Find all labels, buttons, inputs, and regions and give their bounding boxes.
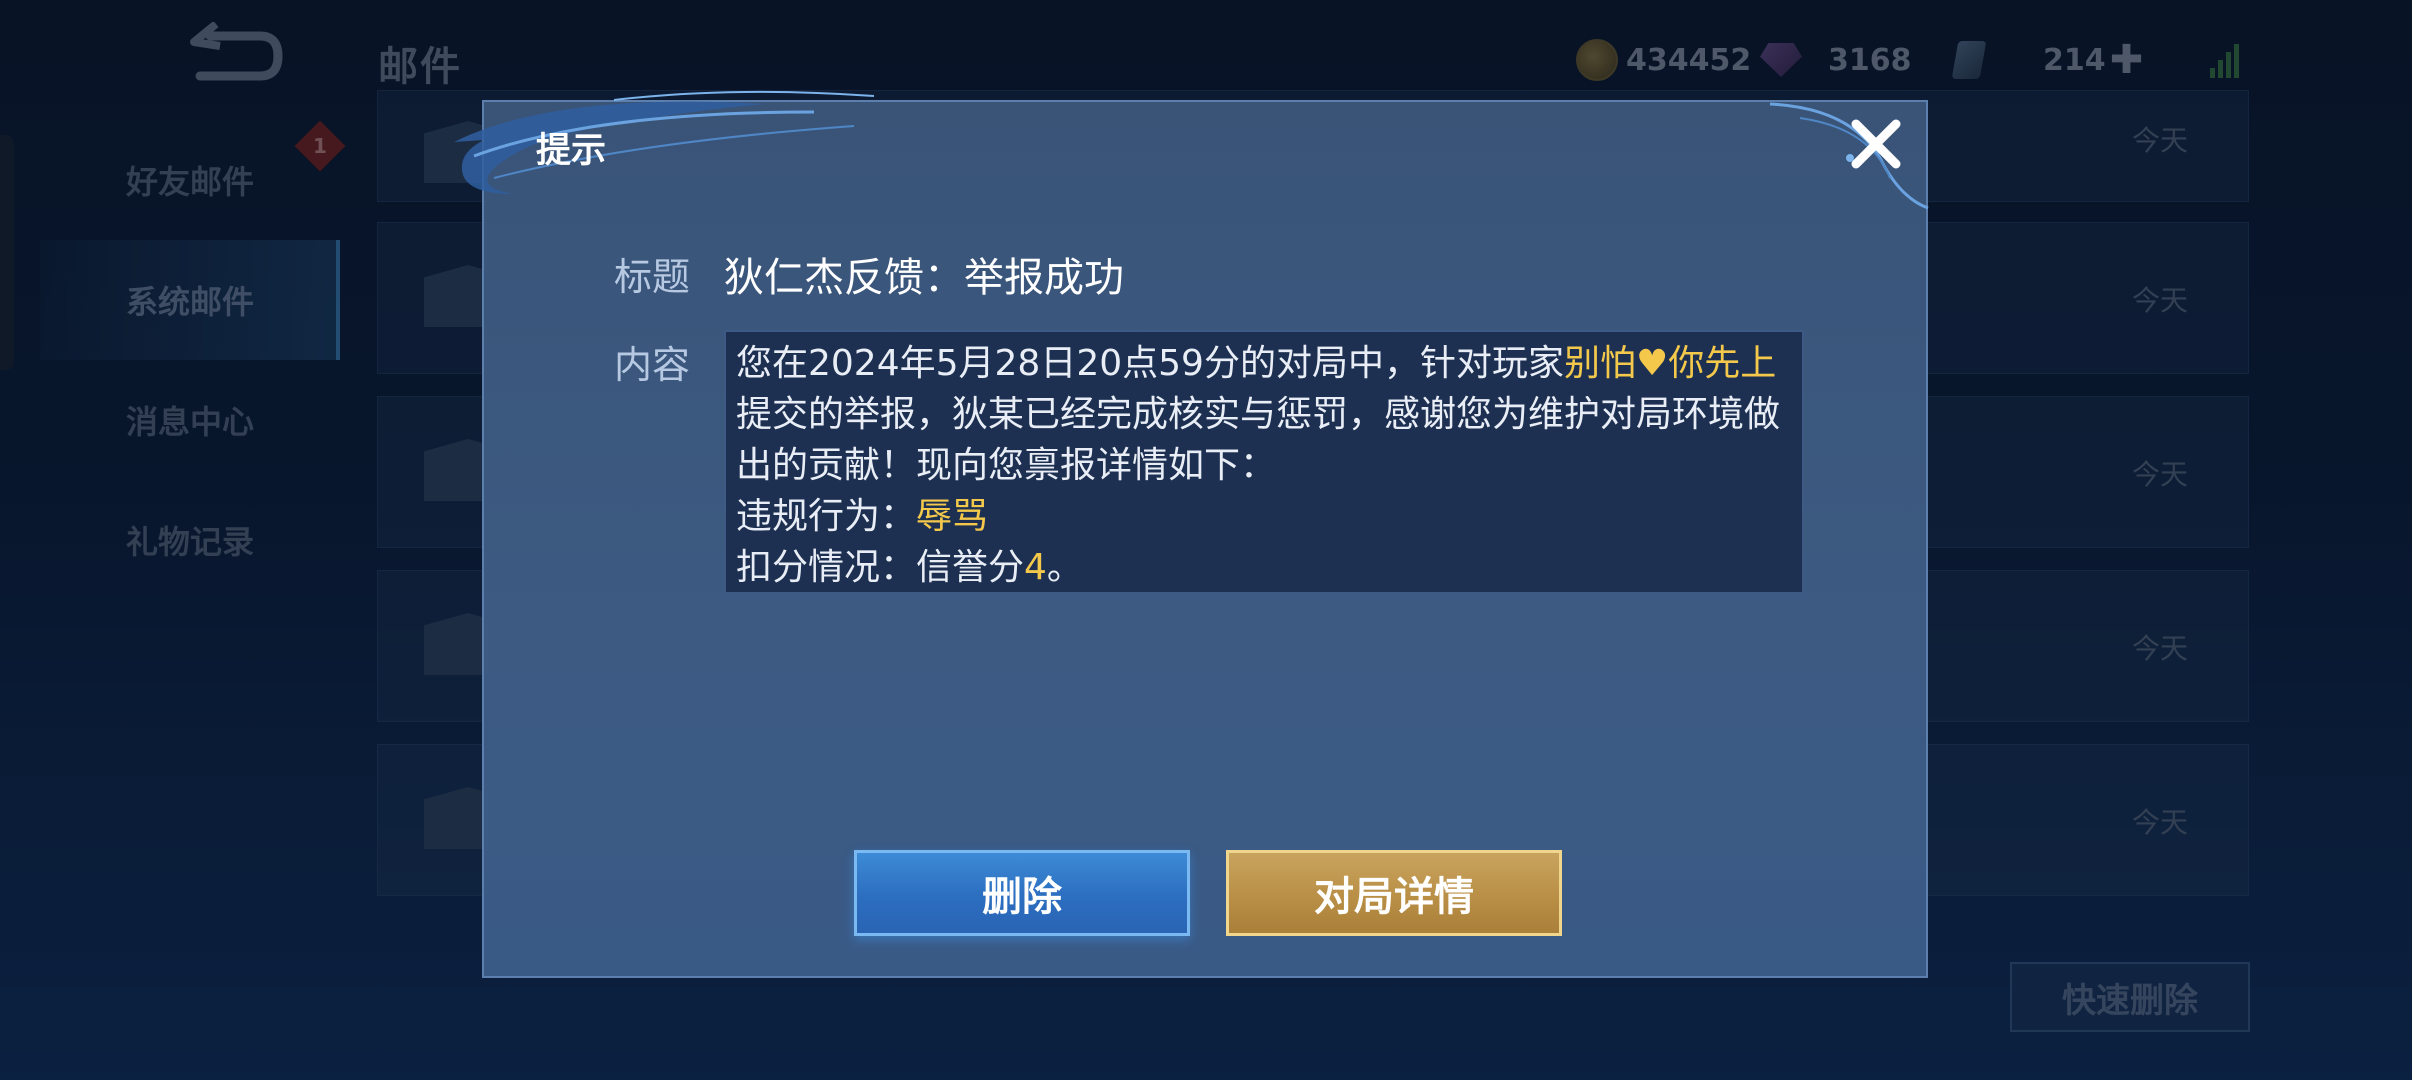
dialog-title: 提示 [536, 131, 607, 171]
mail-content: 您在2024年5月28日20点59分的对局中，针对玩家别怕♥你先上提交的举报，狄… [726, 332, 1802, 592]
report-result-dialog: 提示 标题 狄仁杰反馈：举报成功 内容 您在2024年5月28日20点59分的对… [454, 90, 1929, 978]
close-button[interactable] [1844, 112, 1908, 176]
violation-label: 违规行为： [736, 496, 917, 537]
mail-content-scroll[interactable]: 您在2024年5月28日20点59分的对局中，针对玩家别怕♥你先上提交的举报，狄… [724, 330, 1804, 594]
ornament-left-icon [454, 90, 875, 194]
deduction-suffix: 。 [1046, 547, 1083, 588]
violation-type: 辱骂 [916, 496, 989, 537]
delete-button[interactable]: 删除 [854, 850, 1190, 936]
match-details-button[interactable]: 对局详情 [1226, 850, 1562, 936]
deduction-points: 4 [1024, 547, 1047, 588]
deduction-label: 扣分情况：信誉分 [736, 547, 1025, 588]
mail-subject: 狄仁杰反馈：举报成功 [724, 255, 1124, 301]
content-body: 提交的举报，狄某已经完成核实与惩罚，感谢您为维护对局环境做出的贡献！现向您禀报详… [736, 394, 1781, 486]
close-icon [1851, 119, 1901, 169]
content-label: 内容 [614, 343, 691, 387]
reported-player-name: 别怕♥你先上 [1563, 343, 1777, 384]
content-intro: 您在2024年5月28日20点59分的对局中，针对玩家 [736, 343, 1564, 384]
subject-label: 标题 [614, 255, 691, 299]
